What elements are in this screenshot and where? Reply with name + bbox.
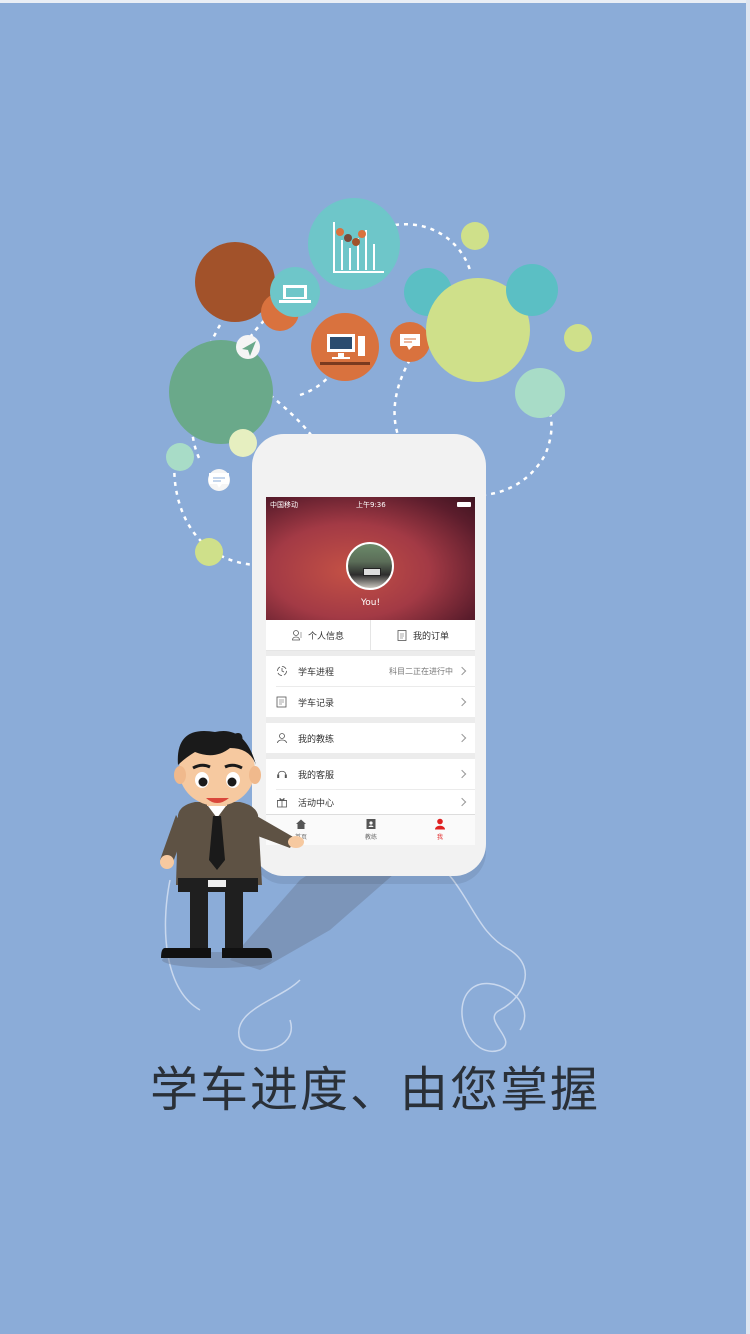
tagline: 学车进度、由您掌握 bbox=[149, 1062, 600, 1118]
cartoon-man-illustration bbox=[160, 730, 304, 958]
man-head bbox=[174, 730, 261, 806]
man-legs bbox=[161, 890, 272, 958]
splash-screen: 中国移动 上午9:36 You! 个人信息 我的订单 学车进程 科目二正在进行中… bbox=[0, 0, 750, 1334]
man-body bbox=[160, 802, 304, 892]
